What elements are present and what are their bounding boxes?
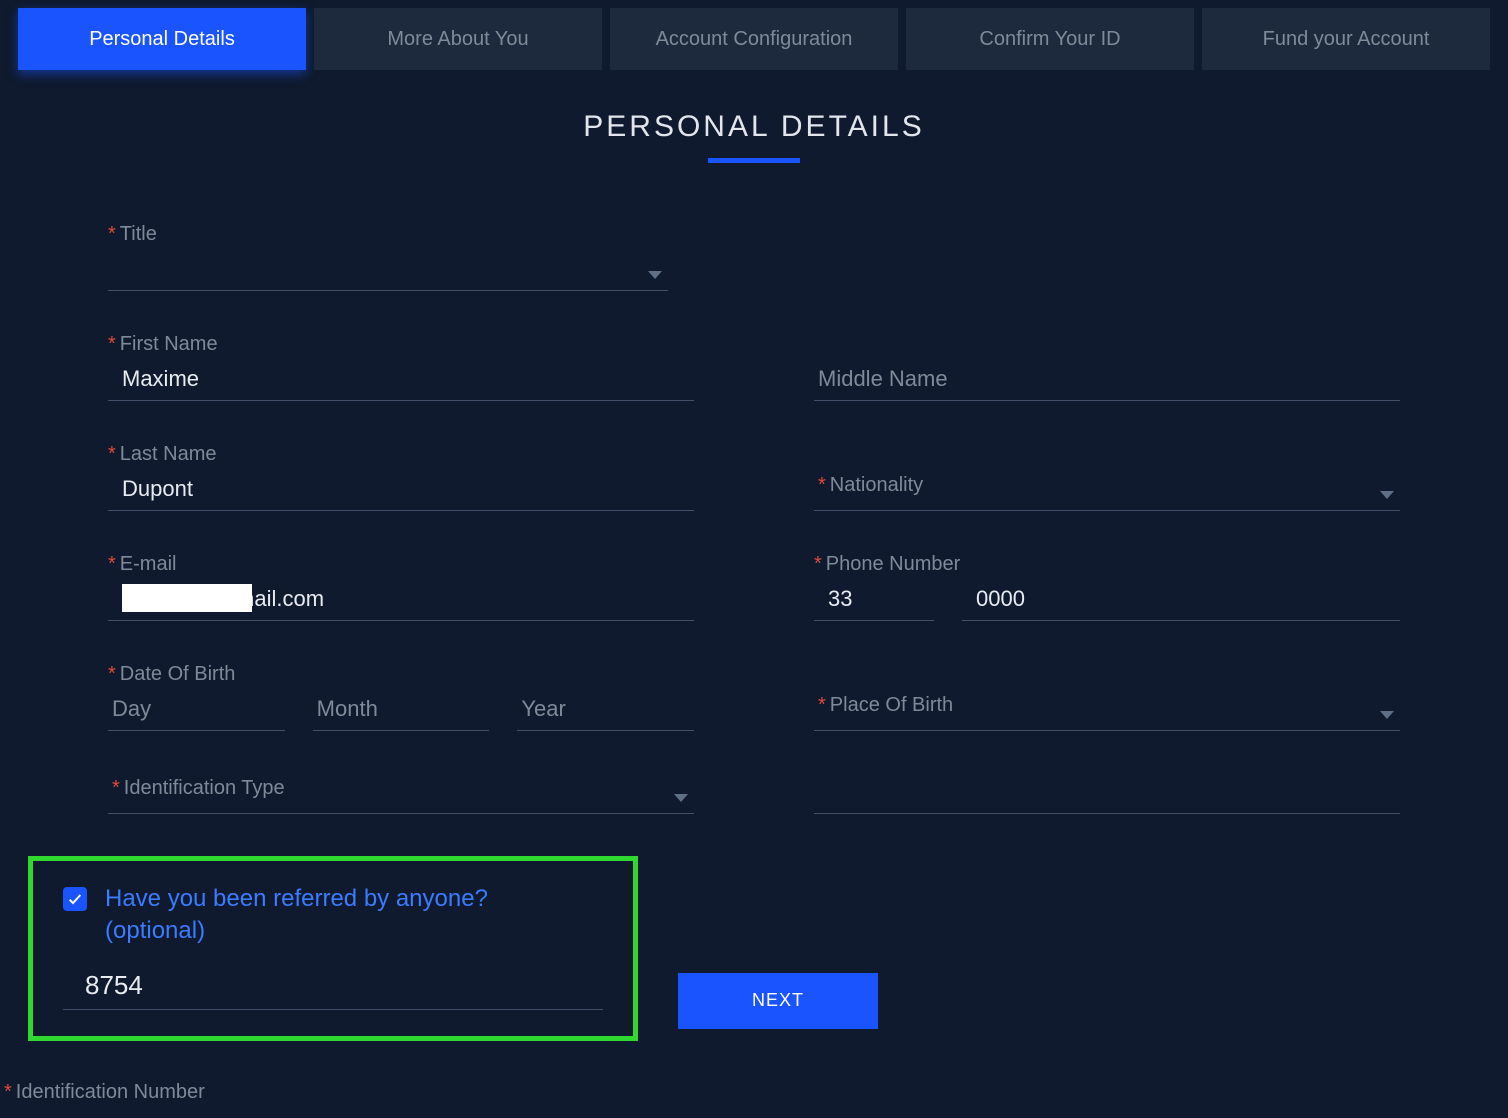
title-select[interactable] bbox=[108, 250, 668, 291]
referral-checkbox[interactable] bbox=[63, 887, 87, 911]
tab-confirm-id[interactable]: Confirm Your ID bbox=[906, 8, 1194, 70]
first-name-input[interactable] bbox=[108, 360, 694, 401]
dob-year-input[interactable] bbox=[517, 690, 694, 731]
chevron-down-icon bbox=[648, 271, 662, 279]
chevron-down-icon bbox=[1380, 491, 1394, 499]
page-title: PERSONAL DETAILS bbox=[18, 110, 1490, 144]
email-label: E-mail bbox=[120, 553, 177, 575]
referral-section: Have you been referred by anyone? (optio… bbox=[28, 856, 638, 1041]
dob-day-input[interactable] bbox=[108, 690, 285, 731]
step-tabs: Personal Details More About You Account … bbox=[18, 8, 1490, 70]
pob-label: Place Of Birth bbox=[830, 694, 953, 716]
id-type-label: Identification Type bbox=[124, 777, 285, 799]
last-name-input[interactable] bbox=[108, 470, 694, 511]
referral-code-input[interactable] bbox=[63, 966, 603, 1010]
phone-label: Phone Number bbox=[826, 553, 961, 575]
email-redaction bbox=[122, 584, 252, 612]
dob-label: Date Of Birth bbox=[120, 663, 236, 685]
tab-account-configuration[interactable]: Account Configuration bbox=[610, 8, 898, 70]
nationality-label: Nationality bbox=[830, 474, 923, 496]
last-name-label: Last Name bbox=[120, 443, 217, 465]
phone-number-input[interactable] bbox=[962, 580, 1400, 621]
first-name-label: First Name bbox=[120, 333, 218, 355]
dob-month-input[interactable] bbox=[313, 690, 490, 731]
title-field[interactable]: *Title bbox=[108, 223, 668, 291]
referral-label: Have you been referred by anyone? (optio… bbox=[105, 883, 488, 948]
title-label: Title bbox=[120, 223, 157, 245]
id-number-label: Identification Number bbox=[16, 1081, 205, 1103]
next-button[interactable]: NEXT bbox=[678, 973, 878, 1029]
tab-fund-account[interactable]: Fund your Account bbox=[1202, 8, 1490, 70]
identification-number-input[interactable] bbox=[814, 773, 1400, 814]
middle-name-input[interactable] bbox=[814, 360, 1400, 401]
tab-personal-details[interactable]: Personal Details bbox=[18, 8, 306, 70]
tab-more-about-you[interactable]: More About You bbox=[314, 8, 602, 70]
phone-country-code-input[interactable] bbox=[814, 580, 934, 621]
chevron-down-icon bbox=[674, 794, 688, 802]
chevron-down-icon bbox=[1380, 711, 1394, 719]
check-icon bbox=[67, 891, 83, 907]
